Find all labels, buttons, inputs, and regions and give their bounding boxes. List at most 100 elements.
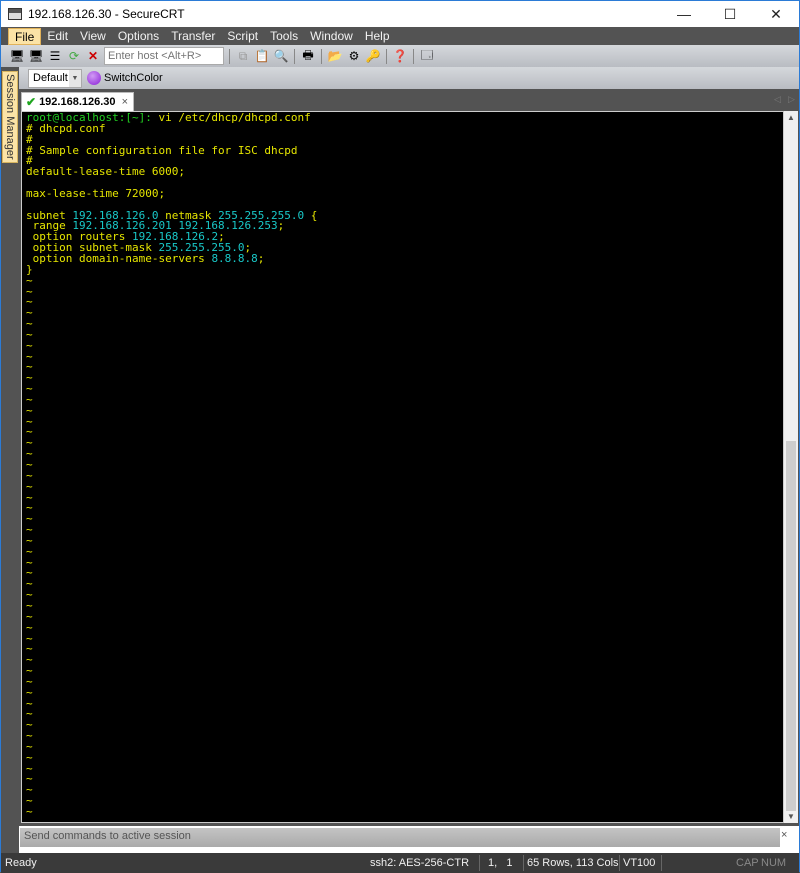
vi-empty-line-marker: ~	[26, 523, 33, 537]
menu-tools[interactable]: Tools	[264, 28, 304, 45]
status-ready: Ready	[5, 857, 37, 869]
session-options-icon[interactable]: 📂	[327, 48, 343, 64]
terminal-text: {	[304, 208, 318, 222]
menu-file[interactable]: File	[8, 27, 42, 45]
command-input[interactable]: Send commands to active session	[20, 828, 780, 847]
menu-help[interactable]: Help	[359, 28, 396, 45]
help-icon[interactable]: ❓	[392, 48, 408, 64]
session-manager-tab[interactable]: Session Manager	[2, 71, 18, 163]
terminal-scrollbar[interactable]: ▲ ▼	[784, 111, 798, 823]
terminal-text: # dhcpd.conf	[26, 121, 106, 135]
toolbar: 🖥 🖥 ☰ ⟳ ✕ ⧉ 📋 🔍 🖶 📂 ⚙ 🔑 ❓ 🗔	[1, 45, 799, 67]
vi-empty-line-marker: ~	[26, 739, 33, 753]
status-num: NUM	[761, 857, 787, 869]
vi-empty-line-marker: ~	[26, 631, 33, 645]
scrollbar-thumb[interactable]	[786, 441, 796, 811]
vi-empty-line-marker: ~	[26, 414, 33, 428]
terminal-text: 8.8.8.8	[211, 251, 258, 265]
menu-transfer[interactable]: Transfer	[165, 28, 221, 45]
vi-empty-line-marker: ~	[26, 783, 33, 797]
terminal-text: option domain-name-servers	[26, 251, 212, 265]
session-tab-label: 192.168.126.30	[39, 96, 116, 108]
button-bar-select[interactable]: Default ▼	[28, 68, 82, 88]
connect-in-tab-icon[interactable]: ☰	[47, 48, 63, 64]
vi-empty-line-marker: ~	[26, 468, 33, 482]
menu-edit[interactable]: Edit	[41, 28, 74, 45]
vi-empty-line-marker: ~	[26, 555, 33, 569]
purple-circle-icon	[87, 71, 101, 85]
global-options-icon[interactable]: ⚙	[346, 48, 362, 64]
maximize-button[interactable]: ☐	[707, 1, 753, 27]
vi-empty-line-marker: ~	[26, 447, 33, 461]
menu-script[interactable]: Script	[221, 28, 264, 45]
chevron-down-icon[interactable]: ▼	[69, 69, 81, 87]
separator	[413, 48, 414, 64]
reconnect-icon[interactable]: ⟳	[66, 48, 82, 64]
vi-empty-line-marker: ~	[26, 772, 33, 786]
paste-icon[interactable]: 📋	[254, 48, 270, 64]
session-tab[interactable]: ✔ 192.168.126.30 ×	[21, 92, 134, 111]
tab-bar	[19, 89, 799, 111]
status-size: 65 Rows, 113 Cols	[527, 857, 619, 869]
tab-left-arrow-icon[interactable]: ◁	[774, 94, 781, 105]
vi-empty-line-marker: ~	[26, 674, 33, 688]
vi-empty-line-marker: ~	[26, 729, 33, 743]
menu-options[interactable]: Options	[112, 28, 165, 45]
title-bar: 192.168.126.30 - SecureCRT — ☐ ✕	[1, 1, 799, 27]
button-bar-selected: Default	[33, 72, 68, 84]
vi-empty-line-marker: ~	[26, 338, 33, 352]
vi-empty-line-marker: ~	[26, 436, 33, 450]
close-button[interactable]: ✕	[753, 1, 799, 27]
vi-empty-line-marker: ~	[26, 696, 33, 710]
vi-empty-line-marker: ~	[26, 284, 33, 298]
sftp-icon[interactable]: 🗔	[419, 48, 435, 64]
find-icon[interactable]: 🔍	[273, 48, 289, 64]
keymap-icon[interactable]: 🔑	[365, 48, 381, 64]
separator	[661, 855, 662, 871]
terminal-line: default-lease-time 6000;	[26, 166, 783, 178]
separator	[229, 48, 230, 64]
vi-empty-line-marker: ~	[26, 490, 33, 504]
command-window-close-icon[interactable]: ×	[781, 829, 787, 841]
vi-empty-line-marker: ~	[26, 653, 33, 667]
host-input[interactable]	[104, 47, 224, 65]
vi-empty-line-marker: ~	[26, 327, 33, 341]
connected-check-icon: ✔	[26, 95, 37, 109]
copy-icon[interactable]: ⧉	[235, 48, 251, 64]
vi-empty-line-marker: ~	[26, 349, 33, 363]
vi-empty-line-marker: ~	[26, 533, 33, 547]
vi-empty-line-marker: ~	[26, 620, 33, 634]
vi-empty-line-marker: ~	[26, 403, 33, 417]
vi-empty-line-marker: ~	[26, 371, 33, 385]
tab-right-arrow-icon[interactable]: ▷	[788, 94, 795, 105]
close-tab-icon[interactable]: ×	[122, 96, 128, 108]
terminal-line: }	[26, 264, 783, 276]
terminal-text: ;	[277, 219, 285, 233]
vi-empty-line-marker: ~	[26, 566, 33, 580]
scroll-down-icon[interactable]: ▼	[787, 812, 795, 821]
disconnect-icon[interactable]: ✕	[85, 48, 101, 64]
menu-view[interactable]: View	[74, 28, 112, 45]
terminal-line: # dhcpd.conf	[26, 121, 783, 135]
vi-empty-line-marker: ~	[26, 685, 33, 699]
vi-empty-line-marker: ~	[26, 512, 33, 526]
menu-window[interactable]: Window	[304, 28, 359, 45]
vi-empty-line-marker: ~	[26, 458, 33, 471]
vi-empty-line-marker: ~	[26, 295, 33, 309]
minimize-button[interactable]: —	[661, 1, 707, 27]
window-title: 192.168.126.30 - SecureCRT	[28, 7, 185, 21]
connect-icon[interactable]: 🖥	[9, 48, 25, 64]
terminal-line: max-lease-time 72000;	[26, 188, 783, 200]
vi-empty-line-marker: ~	[26, 642, 33, 656]
quick-connect-icon[interactable]: 🖥	[28, 48, 44, 64]
sidebar	[1, 67, 19, 851]
terminal-line: # Sample configuration file for ISC dhcp…	[26, 145, 783, 157]
terminal[interactable]: root@localhost:[~]: vi /etc/dhcp/dhcpd.c…	[21, 111, 784, 823]
separator	[619, 855, 620, 871]
print-icon[interactable]: 🖶	[300, 48, 316, 64]
status-emulation: VT100	[623, 857, 656, 869]
separator	[386, 48, 387, 64]
separator	[479, 855, 480, 871]
scroll-up-icon[interactable]: ▲	[787, 113, 795, 122]
switchcolor-button[interactable]: SwitchColor	[87, 71, 163, 85]
